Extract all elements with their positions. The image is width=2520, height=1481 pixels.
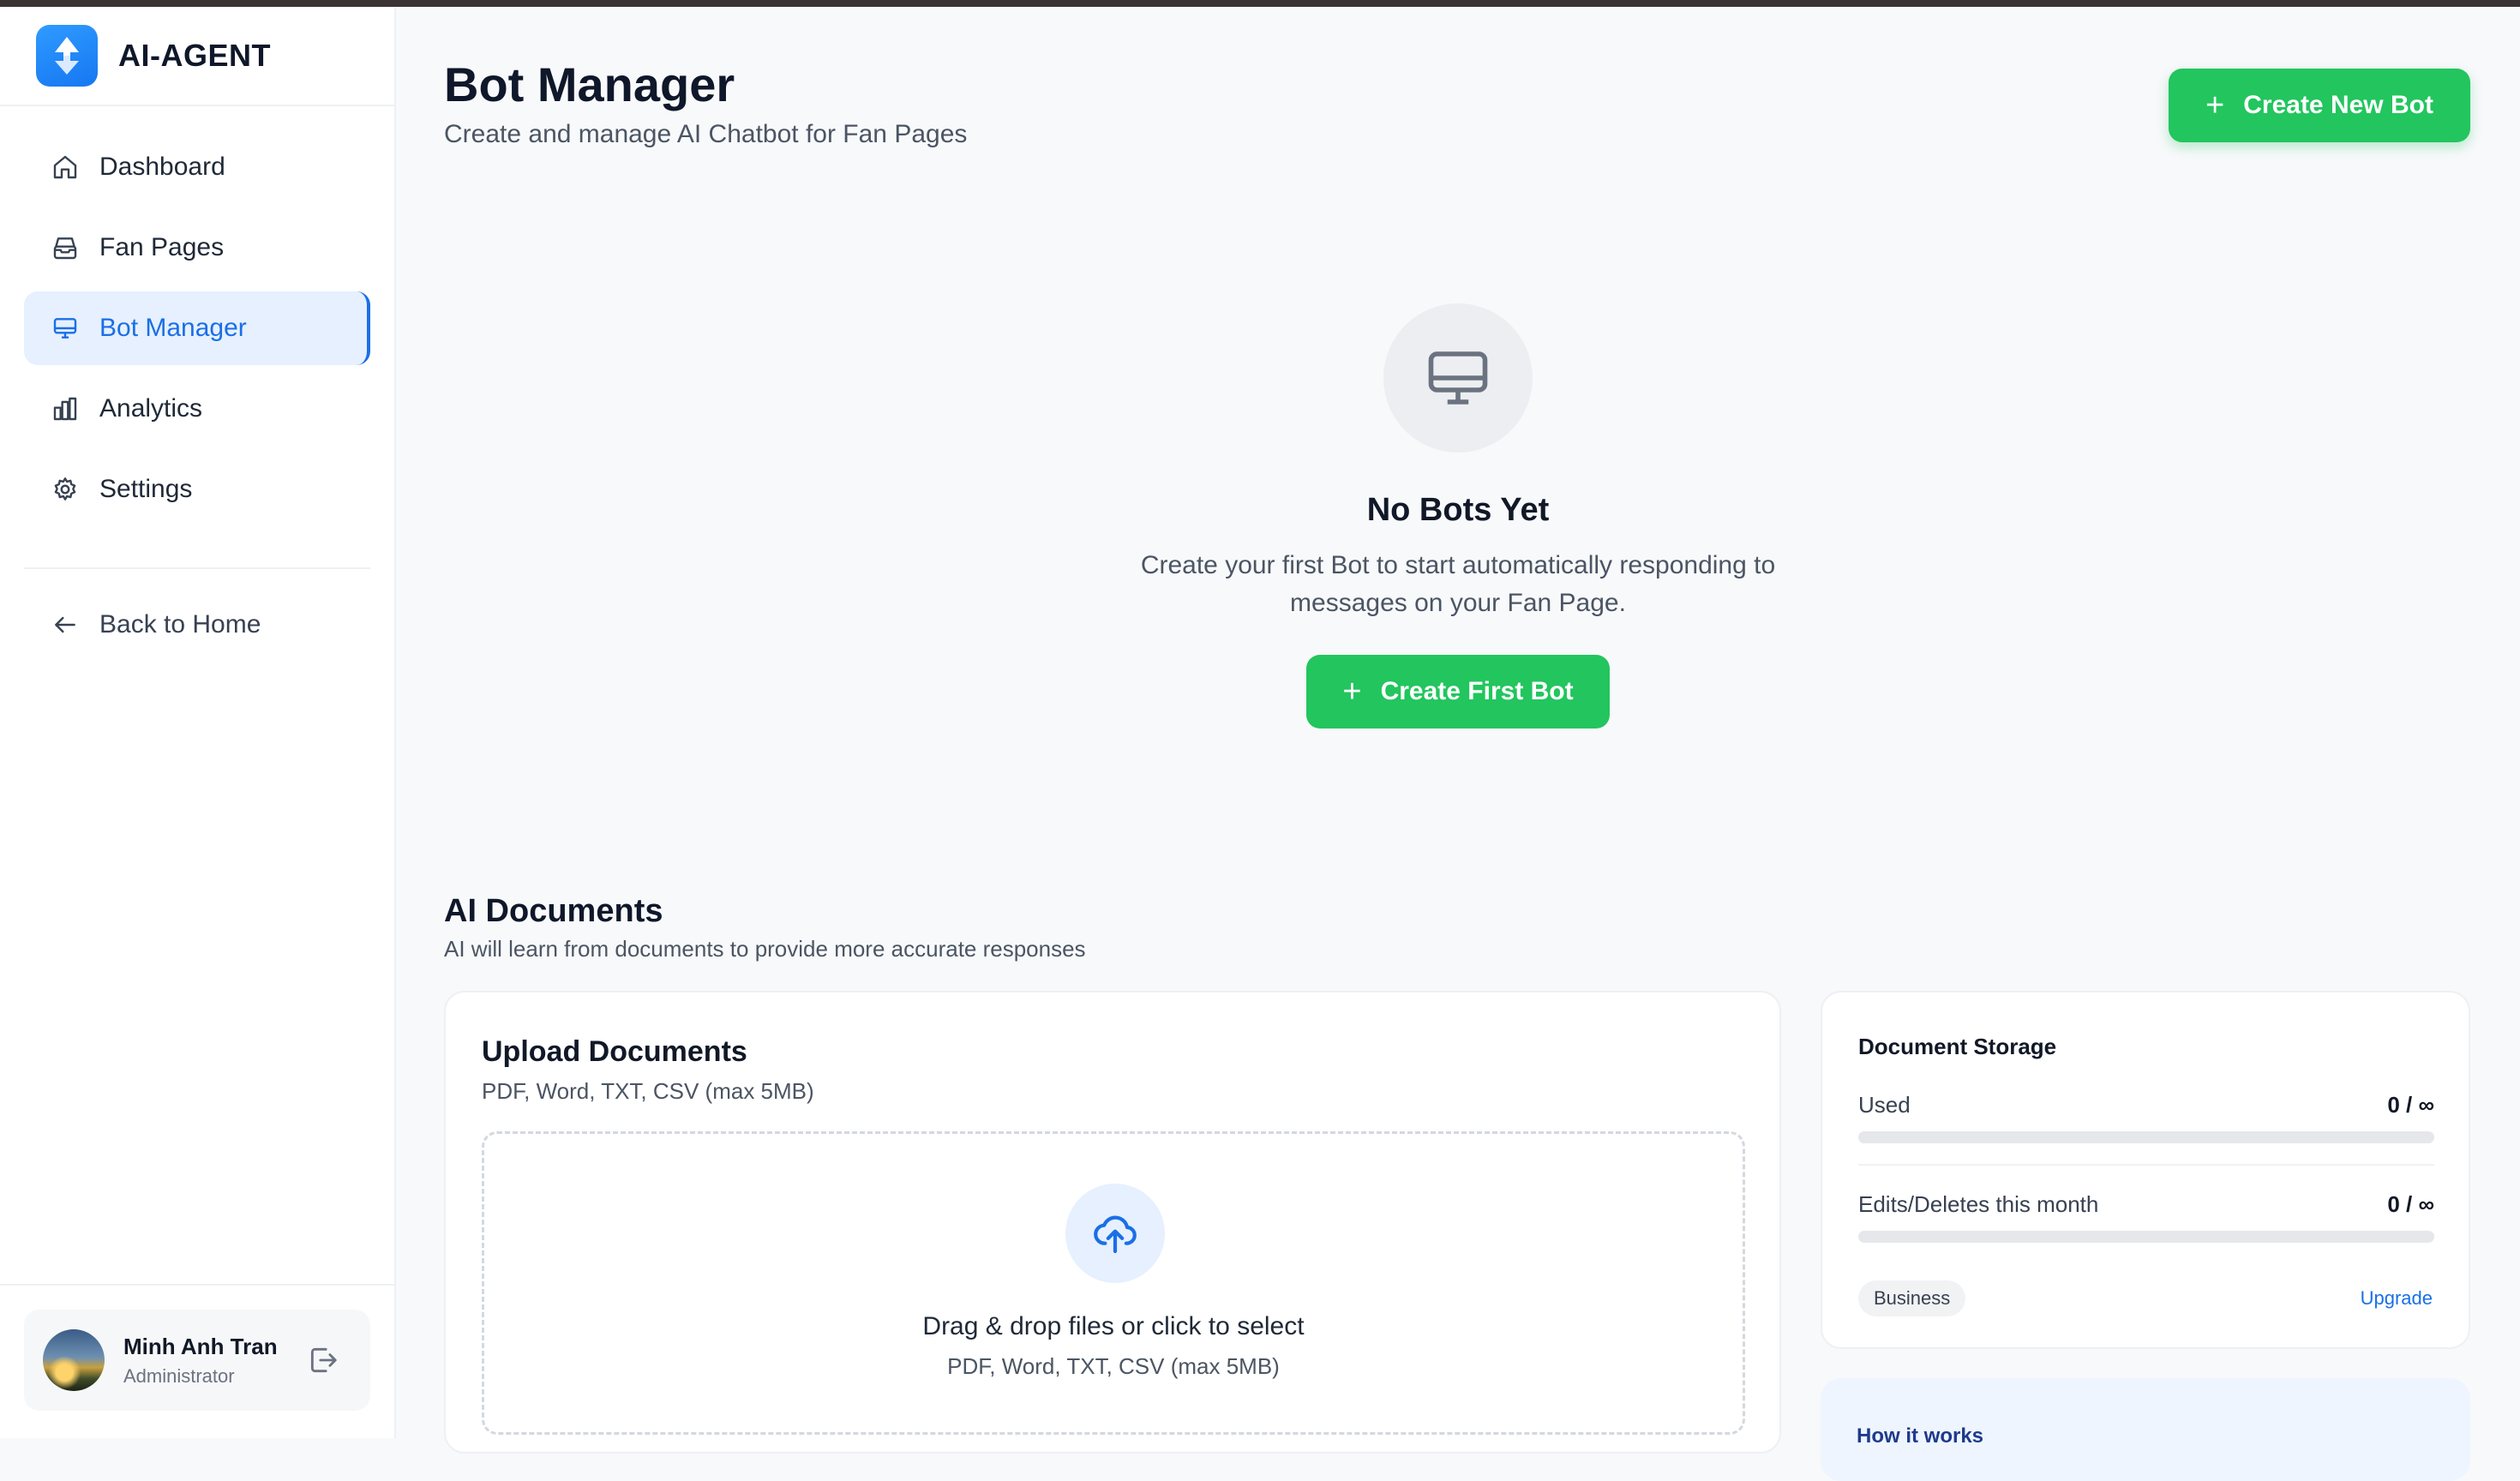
main-content: Bot Manager Create and manage AI Chatbot… — [396, 7, 2520, 1481]
back-to-home-link[interactable]: Back to Home — [24, 588, 370, 662]
arrow-left-icon — [50, 609, 81, 640]
avatar — [43, 1329, 105, 1391]
plan-badge: Business — [1858, 1280, 1966, 1316]
page-subtitle: Create and manage AI Chatbot for Fan Pag… — [444, 120, 968, 148]
create-new-bot-label: Create New Bot — [2243, 91, 2433, 119]
how-it-works-title: How it works — [1857, 1424, 1984, 1448]
window-top-border — [0, 0, 2520, 7]
storage-used-row: Used 0 / ∞ — [1858, 1092, 2434, 1118]
sidebar-item-label: Dashboard — [99, 153, 225, 181]
create-new-bot-button[interactable]: + Create New Bot — [2169, 69, 2470, 142]
user-role: Administrator — [123, 1364, 235, 1387]
create-first-bot-button[interactable]: + Create First Bot — [1306, 655, 1610, 729]
empty-state-icon-wrap — [1383, 303, 1533, 453]
storage-used-bar — [1858, 1131, 2434, 1143]
file-dropzone[interactable]: Drag & drop files or click to select PDF… — [482, 1131, 1745, 1435]
monitor-icon — [1428, 351, 1488, 405]
sidebar-item-settings[interactable]: Settings — [24, 453, 370, 526]
upgrade-link[interactable]: Upgrade — [2361, 1287, 2433, 1310]
brand[interactable]: AI-AGENT — [0, 7, 394, 106]
inbox-icon — [50, 232, 81, 263]
upload-subtitle: PDF, Word, TXT, CSV (max 5MB) — [482, 1078, 814, 1104]
sidebar-nav: Dashboard Fan Pages Bot Manager Analytic… — [0, 106, 394, 526]
plus-icon: + — [1342, 674, 1362, 710]
logout-icon[interactable] — [307, 1344, 339, 1376]
edits-row: Edits/Deletes this month 0 / ∞ — [1858, 1191, 2434, 1218]
upload-title: Upload Documents — [482, 1035, 747, 1068]
gear-icon — [50, 474, 81, 505]
documents-subtitle: AI will learn from documents to provide … — [444, 936, 1086, 962]
home-icon — [50, 152, 81, 183]
sidebar-item-dashboard[interactable]: Dashboard — [24, 130, 370, 204]
empty-state-description: Create your first Bot to start automatic… — [1140, 551, 1776, 617]
user-meta: Minh Anh Tran Administrator — [123, 1334, 278, 1388]
bolt-arrows-icon — [36, 25, 98, 87]
sidebar: AI-AGENT Dashboard Fan Pages Bot Manager… — [0, 7, 396, 1438]
sidebar-item-label: Analytics — [99, 394, 203, 423]
storage-row-divider — [1858, 1164, 2434, 1166]
sidebar-item-bot-manager[interactable]: Bot Manager — [24, 291, 370, 365]
storage-title: Document Storage — [1858, 1034, 2057, 1059]
user-name: Minh Anh Tran — [123, 1333, 278, 1359]
how-it-works-card: How it works — [1821, 1378, 2470, 1481]
bar-chart-icon — [50, 393, 81, 424]
page-title: Bot Manager — [444, 57, 735, 111]
storage-used-label: Used — [1858, 1092, 1911, 1118]
cloud-upload-icon — [1065, 1184, 1165, 1283]
dropzone-subtitle: PDF, Word, TXT, CSV (max 5MB) — [947, 1353, 1280, 1379]
edits-label: Edits/Deletes this month — [1858, 1191, 2099, 1217]
dropzone-title: Drag & drop files or click to select — [922, 1312, 1305, 1340]
documents-title: AI Documents — [444, 893, 663, 929]
monitor-icon — [50, 313, 81, 344]
user-area: Minh Anh Tran Administrator — [0, 1284, 394, 1438]
sidebar-item-label: Bot Manager — [99, 314, 247, 342]
upload-documents-card: Upload Documents PDF, Word, TXT, CSV (ma… — [444, 991, 1781, 1454]
user-card[interactable]: Minh Anh Tran Administrator — [24, 1310, 370, 1411]
plus-icon: + — [2205, 87, 2225, 123]
document-storage-card: Document Storage Used 0 / ∞ Edits/Delete… — [1821, 991, 2470, 1349]
empty-state-title: No Bots Yet — [1366, 492, 1550, 528]
app-name: AI-AGENT — [118, 38, 271, 73]
sidebar-item-fan-pages[interactable]: Fan Pages — [24, 211, 370, 285]
sidebar-item-analytics[interactable]: Analytics — [24, 372, 370, 446]
sidebar-item-label: Fan Pages — [99, 233, 225, 261]
sidebar-divider — [24, 567, 370, 569]
back-to-home-label: Back to Home — [99, 610, 261, 639]
edits-bar — [1858, 1231, 2434, 1243]
storage-used-value: 0 / ∞ — [2387, 1092, 2434, 1118]
edits-value: 0 / ∞ — [2387, 1191, 2434, 1217]
sidebar-item-label: Settings — [99, 475, 193, 503]
create-first-bot-label: Create First Bot — [1380, 677, 1574, 705]
